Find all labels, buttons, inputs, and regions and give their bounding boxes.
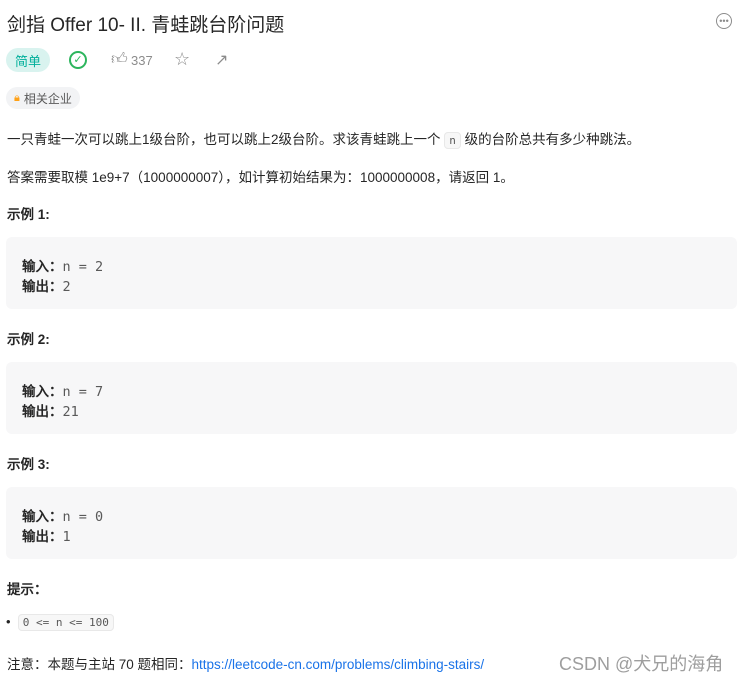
example-input: 输入：n = 7 (22, 384, 104, 400)
desc-text: 一只青蛙一次可以跳上1级台阶，也可以跳上2级台阶。求该青蛙跳上一个 (7, 132, 445, 147)
example-output: 输出：1 (22, 529, 71, 545)
lock-icon: 🔒︎ (14, 91, 20, 104)
climbing-stairs-link[interactable]: https://leetcode-cn.com/problems/climbin… (192, 657, 485, 672)
example-input: 输入：n = 0 (22, 509, 104, 525)
example-block: 输入：n = 7 输出：21 (6, 362, 737, 434)
problem-title: 剑指 Offer 10- II. 青蛙跳台阶问题 (7, 15, 285, 36)
hint-item: • 0 <= n <= 100 (6, 614, 114, 631)
hints-title: 提示： (7, 582, 48, 597)
watermark: CSDN @犬兄的海角 (559, 654, 724, 674)
inline-code: n (444, 132, 461, 149)
more-options-icon[interactable]: ••• (716, 13, 732, 29)
example-input: 输入：n = 2 (22, 259, 104, 275)
note-text: 注意：本题与主站 70 题相同： (7, 657, 192, 672)
description-line-1: 一只青蛙一次可以跳上1级台阶，也可以跳上2级台阶。求该青蛙跳上一个 n 级的台阶… (7, 128, 641, 149)
star-icon[interactable]: ☆ (174, 49, 190, 70)
example-block: 输入：n = 0 输出：1 (6, 487, 737, 559)
desc-text: 级的台阶总共有多少种跳法。 (460, 132, 641, 147)
note: 注意：本题与主站 70 题相同：https://leetcode-cn.com/… (7, 653, 484, 673)
solved-check-icon: ✓ (69, 51, 87, 69)
example-title: 示例 2: (7, 332, 50, 347)
related-companies-tag[interactable]: 🔒︎ 相关企业 (6, 87, 80, 109)
description-line-2: 答案需要取模 1e9+7（1000000007），如计算初始结果为：100000… (7, 170, 514, 185)
example-output: 输出：2 (22, 279, 71, 295)
hint-code: 0 <= n <= 100 (17, 614, 114, 631)
example-block: 输入：n = 2 输出：2 (6, 237, 737, 309)
difficulty-badge: 简单 (6, 48, 50, 72)
like-count: 337 (131, 53, 153, 68)
tag-label: 相关企业 (23, 91, 72, 106)
example-title: 示例 3: (7, 457, 50, 472)
example-output: 输出：21 (22, 404, 79, 420)
example-title: 示例 1: (7, 207, 50, 222)
share-icon[interactable]: ↗ (215, 50, 228, 70)
thumbs-up-icon[interactable]: 👍︎ (111, 50, 128, 69)
